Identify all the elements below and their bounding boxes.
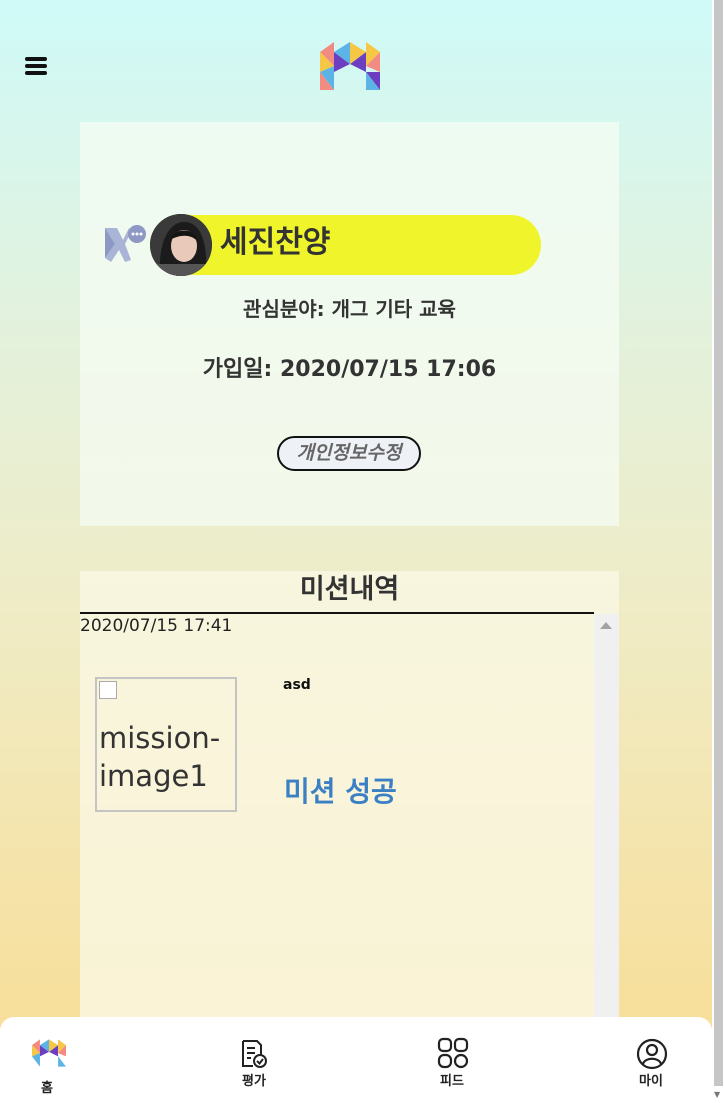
nav-my[interactable]: 마이 — [606, 1017, 696, 1103]
nav-feed-label: 피드 — [440, 1074, 464, 1089]
interest-text: 관심분야: 개그 기타 교육 — [243, 297, 456, 321]
mission-image-alt: mission-image1 — [99, 721, 221, 793]
page-scrollbar-thumb[interactable] — [714, 0, 723, 1086]
feed-grid-icon — [437, 1037, 469, 1069]
nickname: 세진찬양 — [220, 225, 331, 260]
hamburger-menu-icon[interactable] — [25, 57, 47, 75]
nav-home[interactable]: 홈 — [2, 1017, 92, 1103]
broken-image-icon — [99, 681, 117, 699]
nav-evaluation[interactable]: 평가 — [209, 1017, 299, 1103]
nav-feed[interactable]: 피드 — [407, 1017, 497, 1103]
scroll-down-arrow-icon[interactable]: ▼ — [714, 1090, 720, 1099]
nav-evaluation-label: 평가 — [242, 1074, 266, 1089]
mission-date: 2020/07/15 17:41 — [80, 616, 233, 636]
join-date: 가입일: 2020/07/15 17:06 — [202, 357, 497, 382]
mission-description: asd — [283, 677, 311, 693]
avatar — [150, 214, 212, 276]
mission-history-title: 미션내역 — [299, 574, 400, 605]
page-scrollbar[interactable]: ▼ — [712, 0, 724, 1103]
scroll-up-arrow-icon[interactable] — [600, 622, 612, 629]
mission-status: 미션 성공 — [284, 775, 397, 808]
mission-list-scrollbar[interactable] — [594, 614, 619, 1024]
m-logo-icon[interactable] — [320, 42, 380, 90]
nav-home-label: 홈 — [41, 1081, 53, 1096]
divider — [80, 612, 594, 614]
evaluation-icon — [242, 1040, 267, 1068]
home-logo-icon — [32, 1039, 66, 1067]
ribbon-chat-badge-icon — [105, 225, 146, 262]
edit-profile-button[interactable]: 개인정보수정 — [277, 436, 421, 471]
mission-image[interactable]: mission-image1 — [95, 677, 237, 812]
user-icon — [636, 1038, 668, 1070]
nav-my-label: 마이 — [639, 1074, 663, 1089]
bottom-navigation: 홈 평가 피드 마이 — [0, 1017, 712, 1103]
